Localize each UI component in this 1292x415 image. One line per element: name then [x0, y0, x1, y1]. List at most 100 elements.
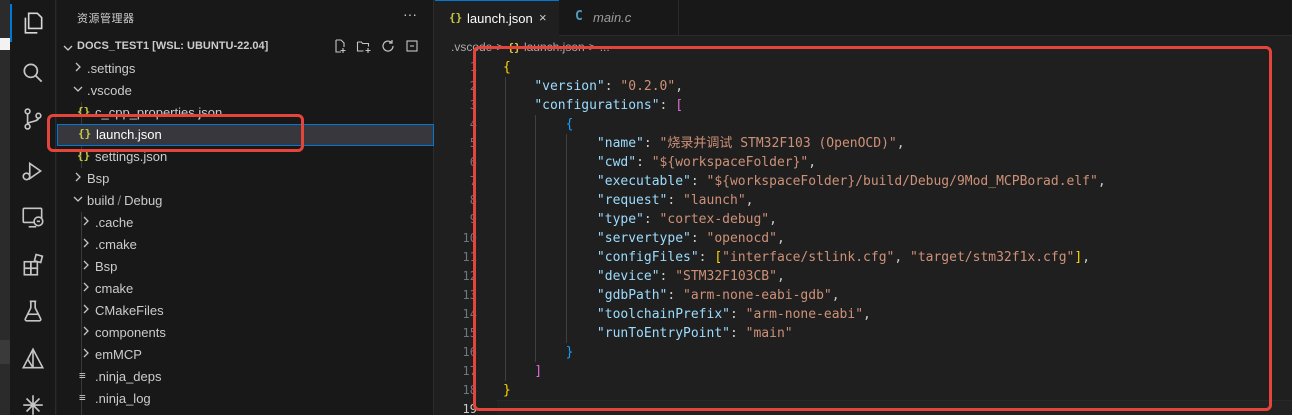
- code-line: 18}: [435, 381, 1292, 400]
- tree-item-label: build: [87, 193, 115, 208]
- tree-item-vscode-folder[interactable]: .vscode: [57, 80, 434, 102]
- tree-item-ninja-log[interactable]: ≡ .ninja_log: [57, 388, 434, 410]
- line-number: 8: [469, 193, 477, 207]
- tree-item-cache-folder[interactable]: .cache: [57, 212, 434, 234]
- json-value: "arm-none-eabi": [745, 307, 864, 322]
- line-number: 19: [462, 402, 477, 415]
- tree-item-label: .vscode: [87, 83, 132, 98]
- json-key: "configurations": [534, 98, 660, 113]
- chevron-right-icon: [73, 171, 85, 187]
- tree-item-label: Bsp: [87, 171, 110, 186]
- line-number: 18: [462, 383, 477, 397]
- line-number: 16: [462, 345, 477, 359]
- line-number: 11: [462, 250, 477, 264]
- tree-item-label: components: [95, 325, 166, 340]
- json-file-icon: {}: [77, 105, 91, 118]
- tree-item-label: .ninja_deps: [95, 369, 162, 384]
- tree-item-c-cpp-properties[interactable]: {} c_cpp_properties.json: [57, 102, 434, 124]
- run-debug-icon[interactable]: [20, 158, 46, 184]
- remote-explorer-icon[interactable]: [20, 204, 46, 230]
- tree-item-ninja-deps[interactable]: ≡ .ninja_deps: [57, 366, 434, 388]
- chevron-right-icon: [81, 325, 93, 341]
- breadcrumb-folder[interactable]: .vscode: [451, 40, 492, 54]
- extensions-icon[interactable]: [20, 252, 46, 278]
- line-number: 12: [462, 269, 477, 283]
- editor-area: {} launch.json × C main.c .vscode > {} lau…: [435, 0, 1292, 415]
- pio-icon[interactable]: [20, 392, 46, 415]
- new-file-icon[interactable]: [332, 38, 348, 54]
- json-file-icon: {}: [77, 149, 91, 162]
- code-line: 12 "device": "STM32F103CB",: [435, 267, 1292, 286]
- new-folder-icon[interactable]: [356, 38, 372, 54]
- json-key: "device": [596, 269, 660, 284]
- breadcrumb-separator: >: [496, 40, 504, 54]
- json-value: "main": [745, 326, 793, 341]
- tree-item-label: .cmake: [95, 237, 137, 252]
- json-key: "cwd": [596, 155, 637, 170]
- breadcrumb-symbol[interactable]: ...: [600, 40, 610, 54]
- more-actions-button[interactable]: ···: [403, 6, 417, 22]
- tree-item-bsp-folder[interactable]: Bsp: [57, 168, 434, 190]
- line-number: 17: [462, 364, 477, 378]
- json-key: "version": [534, 79, 605, 94]
- json-value: "interface/stlink.cfg": [722, 250, 895, 265]
- tree-item-cmake-folder[interactable]: cmake: [57, 278, 434, 300]
- background-window-edge: [0, 0, 10, 415]
- json-key: "executable": [596, 174, 691, 189]
- code-line: 8 "request": "launch",: [435, 191, 1292, 210]
- json-value: "launch": [683, 193, 746, 208]
- line-number: 3: [469, 98, 477, 112]
- code-line: 6 "cwd": "${workspaceFolder}",: [435, 153, 1292, 172]
- activity-bar: [10, 0, 56, 415]
- workspace-header[interactable]: DOCS_TEST1 [WSL: UBUNTU-22.04]: [57, 36, 434, 58]
- code-line: 16 }: [435, 343, 1292, 362]
- close-icon[interactable]: ×: [539, 10, 547, 25]
- explorer-title: 资源管理器: [77, 13, 135, 25]
- chevron-right-icon: [81, 347, 93, 363]
- tree-item-label-2: Debug: [124, 193, 163, 208]
- collapse-all-icon[interactable]: [404, 38, 420, 54]
- json-key: "type": [596, 212, 644, 227]
- json-value: "STM32F103CB": [675, 269, 777, 284]
- tree-item-label: CMakeFiles: [95, 303, 164, 318]
- chevron-right-icon: [73, 61, 85, 77]
- workspace-title: DOCS_TEST1 [WSL: UBUNTU-22.04]: [77, 40, 269, 52]
- cmake-icon[interactable]: [20, 346, 46, 372]
- tree-item-build-bsp-folder[interactable]: Bsp: [57, 256, 434, 278]
- code-line: 3 "configurations": [: [435, 96, 1292, 115]
- refresh-icon[interactable]: [380, 38, 396, 54]
- tree-item-launch-json[interactable]: {} launch.json: [57, 124, 434, 146]
- search-icon[interactable]: [20, 60, 46, 86]
- tree-item-settings-folder[interactable]: .settings: [57, 58, 434, 80]
- line-number: 10: [462, 231, 477, 245]
- code-line: 13 "gdbPath": "arm-none-eabi-gdb",: [435, 286, 1292, 305]
- breadcrumb-file[interactable]: launch.json: [524, 40, 585, 54]
- json-value: "烧录并调试 STM32F103 (OpenOCD)": [659, 136, 897, 151]
- line-number: 5: [469, 136, 477, 150]
- code-line: 10 "servertype": "openocd",: [435, 229, 1292, 248]
- chevron-right-icon: [81, 215, 93, 231]
- tree-item-cmake-hidden-folder[interactable]: .cmake: [57, 234, 434, 256]
- breadcrumb-separator: >: [588, 40, 596, 54]
- tree-item-cmakefiles-folder[interactable]: CMakeFiles: [57, 300, 434, 322]
- json-value: "target/stm32f1x.cfg": [910, 250, 1075, 265]
- tree-item-emmcp-folder[interactable]: emMCP: [57, 344, 434, 366]
- explorer-icon[interactable]: [10, 4, 46, 42]
- line-number: 13: [462, 288, 477, 302]
- tree-item-label: emMCP: [95, 347, 142, 362]
- tree-item-components-folder[interactable]: components: [57, 322, 434, 344]
- testing-icon[interactable]: [20, 298, 46, 324]
- tab-launch-json[interactable]: {} launch.json ×: [435, 0, 559, 36]
- json-key: "request": [596, 193, 668, 208]
- source-control-icon[interactable]: [20, 106, 46, 132]
- tab-bar: {} launch.json × C main.c: [435, 0, 1292, 36]
- code-line: 5 "name": "烧录并调试 STM32F103 (OpenOCD)",: [435, 134, 1292, 153]
- tree-item-build-debug-folder[interactable]: build / Debug: [57, 190, 434, 212]
- tab-main-c[interactable]: C main.c: [559, 0, 679, 36]
- json-key: "toolchainPrefix": [596, 307, 730, 322]
- tree-item-settings-json[interactable]: {} settings.json: [57, 146, 434, 168]
- code-line: 7 "executable": "${workspaceFolder}/buil…: [435, 172, 1292, 191]
- chevron-right-icon: [81, 281, 93, 297]
- tree-item-label: .settings: [87, 61, 136, 76]
- explorer-sidebar: 资源管理器 ··· DOCS_TEST1 [WSL: UBUNTU-22.04]…: [57, 0, 434, 415]
